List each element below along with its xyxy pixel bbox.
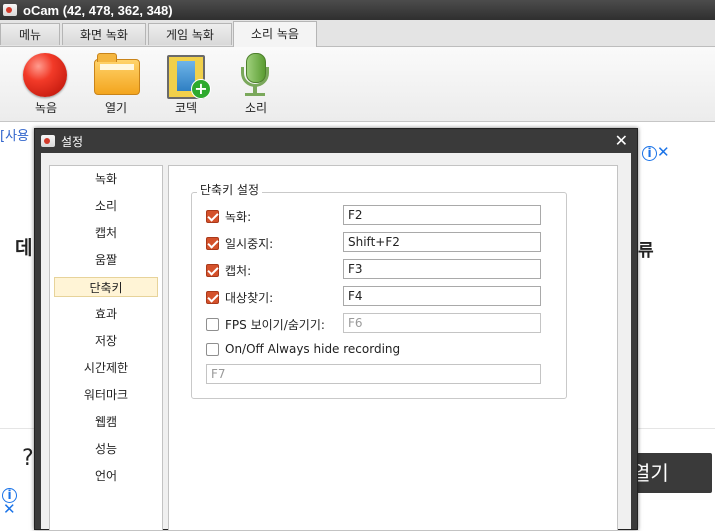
hotkey-find-target-checkbox[interactable]: 대상찾기: xyxy=(206,289,273,306)
dialog-title: 설정 xyxy=(61,134,84,149)
ocam-app-icon xyxy=(3,4,17,16)
checkbox-icon xyxy=(206,342,219,356)
hotkey-pause-label: 일시중지: xyxy=(225,237,274,251)
record-label: 녹음 xyxy=(34,101,58,115)
tab-screen-record[interactable]: 화면 녹화 xyxy=(62,23,146,45)
close-icon[interactable]: ✕ xyxy=(615,131,628,150)
tab-sound-record[interactable]: 소리 녹음 xyxy=(233,21,317,47)
open-button[interactable]: 열기 xyxy=(86,53,146,116)
hotkey-fps-field[interactable]: F6 xyxy=(343,313,541,333)
app-titlebar: oCam (42, 478, 362, 348) xyxy=(0,0,715,20)
toolbar: 녹음 열기 + 코덱 소리 xyxy=(0,47,715,122)
background-link[interactable]: [사용 xyxy=(0,125,29,144)
ad-close-icon-bottom[interactable]: ✕ xyxy=(3,500,16,518)
always-hide-label: On/Off Always hide recording xyxy=(225,342,401,356)
hotkey-capture-field[interactable]: F3 xyxy=(343,259,541,279)
nav-item-gif[interactable]: 움짤 xyxy=(54,250,158,270)
dialog-body: 녹화 소리 캡처 움짤 단축키 효과 저장 시간제한 워터마크 웹캠 성능 언어… xyxy=(41,153,631,531)
ad-close-icon[interactable]: ✕ xyxy=(657,143,670,161)
hotkey-capture-checkbox[interactable]: 캡처: xyxy=(206,262,251,279)
nav-item-performance[interactable]: 성능 xyxy=(54,439,158,459)
group-title: 단축키 설정 xyxy=(197,181,263,198)
nav-item-webcam[interactable]: 웹캠 xyxy=(54,412,158,432)
record-button[interactable]: 녹음 xyxy=(16,53,76,116)
dialog-titlebar: 설정 xyxy=(35,129,637,153)
sound-label: 소리 xyxy=(244,101,268,115)
nav-item-save[interactable]: 저장 xyxy=(54,331,158,351)
folder-icon xyxy=(93,53,140,97)
hotkey-pause-checkbox[interactable]: 일시중지: xyxy=(206,235,273,252)
hotkey-pause-field[interactable]: Shift+F2 xyxy=(343,232,541,252)
ad-info-icon[interactable]: i xyxy=(642,146,657,161)
checkbox-icon xyxy=(206,210,219,223)
codec-icon: + xyxy=(163,53,211,99)
hotkey-fps-checkbox[interactable]: FPS 보이기/숨기기: xyxy=(206,316,325,333)
checkbox-icon xyxy=(206,237,219,250)
checkbox-icon xyxy=(206,318,219,331)
nav-item-effects[interactable]: 효과 xyxy=(54,304,158,324)
nav-item-hotkeys[interactable]: 단축키 xyxy=(54,277,158,297)
hotkey-find-target-label: 대상찾기: xyxy=(225,291,274,305)
background-heading-right: 류 xyxy=(638,241,654,261)
hotkey-record-label: 녹화: xyxy=(225,210,252,224)
record-icon xyxy=(23,53,69,97)
tab-menu[interactable]: 메뉴 xyxy=(0,23,60,45)
nav-item-watermark[interactable]: 워터마크 xyxy=(54,385,158,405)
settings-nav: 녹화 소리 캡처 움짤 단축키 효과 저장 시간제한 워터마크 웹캠 성능 언어 xyxy=(49,165,163,531)
nav-item-capture[interactable]: 캡처 xyxy=(54,223,158,243)
nav-item-sound[interactable]: 소리 xyxy=(54,196,158,216)
hotkey-record-field[interactable]: F2 xyxy=(343,205,541,225)
nav-item-time-limit[interactable]: 시간제한 xyxy=(54,358,158,378)
open-label: 열기 xyxy=(104,101,128,115)
checkbox-icon xyxy=(206,291,219,304)
checkbox-icon xyxy=(206,264,219,277)
codec-label: 코덱 xyxy=(174,101,198,115)
always-hide-field[interactable]: F7 xyxy=(206,364,541,384)
hotkey-record-checkbox[interactable]: 녹화: xyxy=(206,208,251,225)
window-title: oCam (42, 478, 362, 348) xyxy=(23,2,173,18)
hotkey-capture-label: 캡처: xyxy=(225,264,252,278)
nav-item-language[interactable]: 언어 xyxy=(54,466,158,486)
sound-button[interactable]: 소리 xyxy=(226,53,286,116)
hotkey-find-target-field[interactable]: F4 xyxy=(343,286,541,306)
always-hide-checkbox[interactable]: On/Off Always hide recording xyxy=(206,342,400,356)
background-heading: 데 xyxy=(15,237,33,259)
tab-game-record[interactable]: 게임 녹화 xyxy=(148,23,232,45)
settings-dialog: 설정 ✕ 녹화 소리 캡처 움짤 단축키 효과 저장 시간제한 워터마크 웹캠 … xyxy=(34,128,638,531)
dialog-app-icon xyxy=(41,135,55,147)
tab-bar: 메뉴 화면 녹화 게임 녹화 소리 녹음 xyxy=(0,20,715,47)
codec-button[interactable]: + 코덱 xyxy=(156,53,216,116)
settings-content: 단축키 설정 녹화: F2 일시중지: Shift+F2 캡처: F3 대상찾기… xyxy=(168,165,618,531)
microphone-icon xyxy=(233,53,279,97)
hotkey-fps-label: FPS 보이기/숨기기: xyxy=(225,318,325,332)
background-text: ? xyxy=(22,446,34,471)
nav-item-record[interactable]: 녹화 xyxy=(54,169,158,189)
